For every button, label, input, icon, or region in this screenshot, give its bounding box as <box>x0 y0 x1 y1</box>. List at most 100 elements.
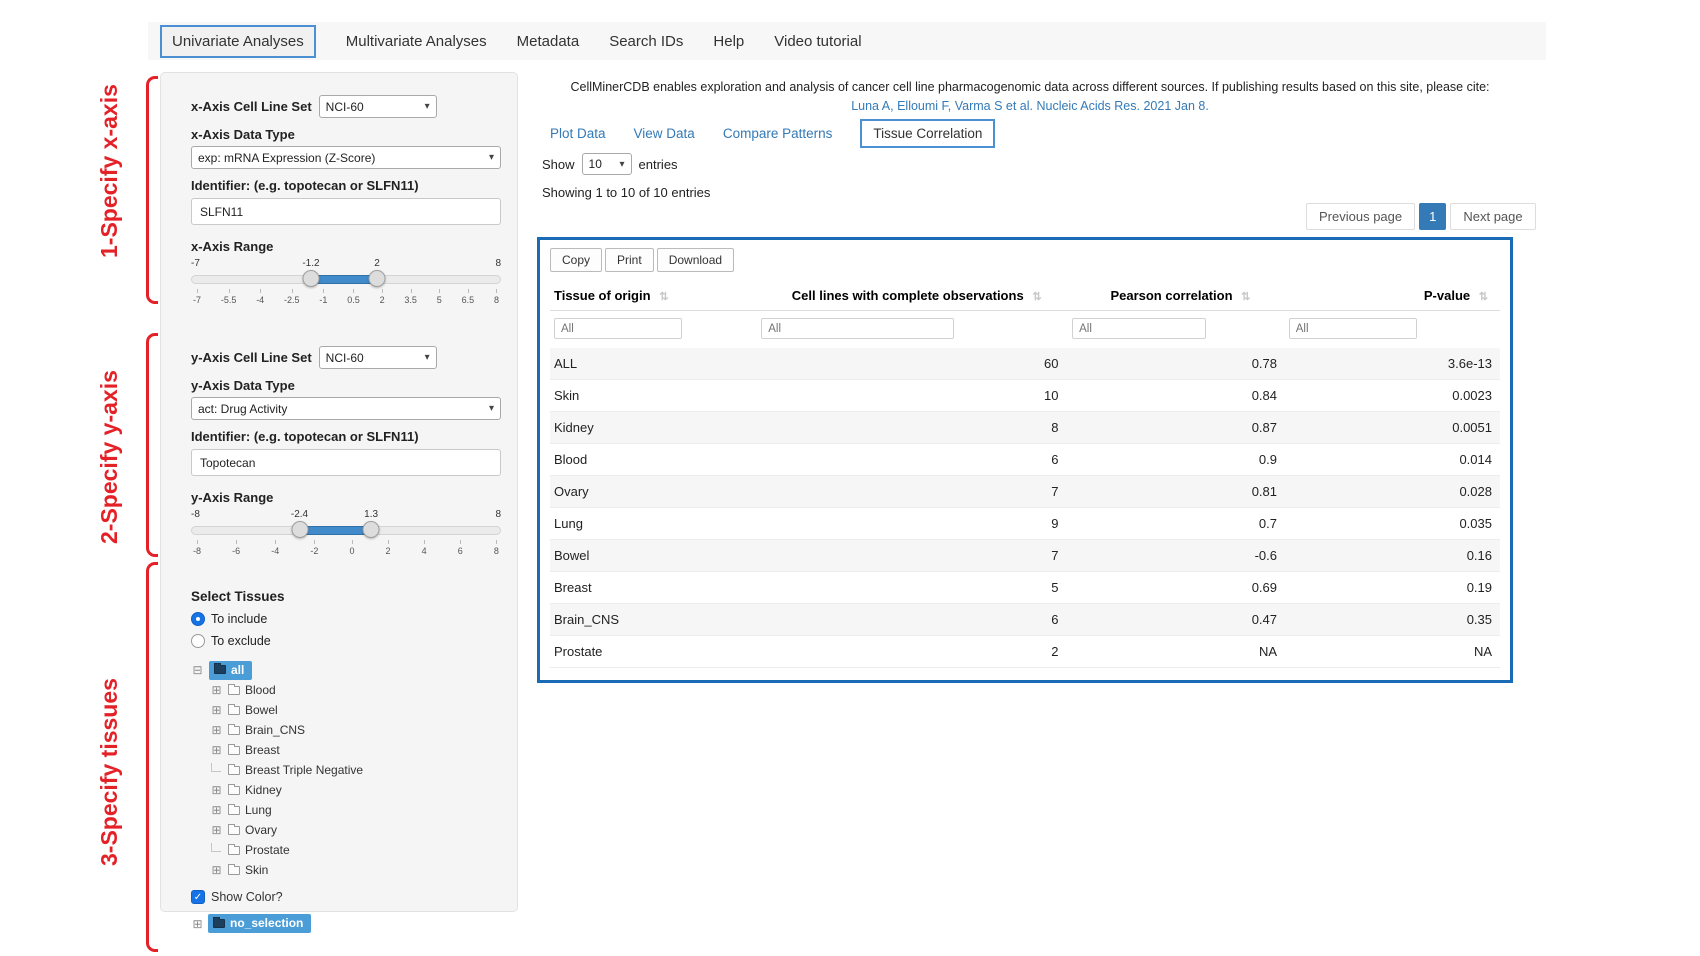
cell-p-value: 0.19 <box>1291 572 1500 603</box>
citation-link[interactable]: Luna A, Elloumi F, Varma S et al. Nuclei… <box>555 99 1505 113</box>
expand-icon[interactable]: ⊞ <box>191 917 204 931</box>
select-tissues-title: Select Tissues <box>191 589 501 604</box>
y-range-slider[interactable]: -8 -2.4 1.3 8 -8-6-4-202468 <box>191 509 501 567</box>
expand-icon[interactable]: ⊞ <box>210 783 223 797</box>
filter-input-p-value[interactable] <box>1289 318 1417 339</box>
tab-tissue-correlation[interactable]: Tissue Correlation <box>860 119 995 148</box>
sort-icon[interactable]: ⇅ <box>1241 291 1250 303</box>
folder-icon <box>228 866 240 875</box>
filter-input-tissue[interactable] <box>554 318 682 339</box>
tree-item[interactable]: ⊞ Ovary <box>210 820 501 840</box>
y-cell-line-set-label: y-Axis Cell Line Set <box>191 350 312 365</box>
tree-item[interactable]: ⊞ Prostate <box>210 840 501 860</box>
expand-icon[interactable]: ⊞ <box>210 743 223 757</box>
expand-icon[interactable]: ⊞ <box>210 703 223 717</box>
tree-item[interactable]: ⊞ Bowel <box>210 700 501 720</box>
filter-input-pearson[interactable] <box>1072 318 1206 339</box>
entries-label: entries <box>639 157 678 172</box>
tissues-include-radio[interactable]: To include <box>191 612 501 626</box>
tree-item[interactable]: ⊞ Brain_CNS <box>210 720 501 740</box>
nav-tab-search-ids[interactable]: Search IDs <box>609 33 683 50</box>
tree-root-all-chip[interactable]: all <box>209 661 252 680</box>
folder-icon <box>228 686 240 695</box>
cell-p-value: 3.6e-13 <box>1291 348 1500 379</box>
tab-plot-data[interactable]: Plot Data <box>550 126 606 141</box>
y-cell-line-set-select[interactable]: NCI-60 ▾ <box>319 346 437 369</box>
collapse-icon[interactable]: ⊟ <box>191 663 204 677</box>
x-range-tick-labels: -7-5.5-4-2.5-10.523.556.58 <box>193 289 499 305</box>
cell-cell-lines: 9 <box>759 508 1073 539</box>
download-button[interactable]: Download <box>657 248 734 272</box>
tree-item[interactable]: ⊞ Kidney <box>210 780 501 800</box>
slider-tick-label: -8 <box>193 540 201 556</box>
tree-item[interactable]: ⊞ Breast Triple Negative <box>210 760 501 780</box>
col-header-pearson-correlation[interactable]: Pearson correlation ⇅ <box>1072 288 1289 303</box>
cell-tissue: Prostate <box>550 636 759 667</box>
expand-icon[interactable]: ⊞ <box>210 723 223 737</box>
nav-tab-univariate-analyses[interactable]: Univariate Analyses <box>160 25 316 58</box>
col-header-cell-lines[interactable]: Cell lines with complete observations ⇅ <box>761 288 1072 303</box>
pagination-previous-button[interactable]: Previous page <box>1306 203 1415 230</box>
slider-tick-label: -2 <box>310 540 318 556</box>
x-range-slider-handle-from[interactable] <box>302 270 319 287</box>
tree-root-all[interactable]: ⊟ all <box>191 660 501 680</box>
cell-p-value: NA <box>1291 636 1500 667</box>
x-cell-line-set-select[interactable]: NCI-60 ▾ <box>319 95 437 118</box>
col-header-tissue-of-origin[interactable]: Tissue of origin ⇅ <box>554 288 761 303</box>
sort-icon[interactable]: ⇅ <box>1032 291 1041 303</box>
print-button[interactable]: Print <box>605 248 654 272</box>
x-identifier-input[interactable] <box>191 198 501 225</box>
slider-tick-label: 8 <box>494 289 499 305</box>
pagination-next-button[interactable]: Next page <box>1450 203 1535 230</box>
nav-tab-help[interactable]: Help <box>713 33 744 50</box>
y-data-type-value: act: Drug Activity <box>198 402 287 416</box>
tree-item[interactable]: ⊞ Breast <box>210 740 501 760</box>
y-data-type-select[interactable]: act: Drug Activity ▾ <box>191 397 501 420</box>
cell-p-value: 0.014 <box>1291 444 1500 475</box>
tree-item[interactable]: ⊞ Skin <box>210 860 501 880</box>
annotation-specify-tissues-label: 3-Specify tissues <box>96 652 123 892</box>
x-cell-line-set-value: NCI-60 <box>326 100 364 114</box>
y-identifier-input[interactable] <box>191 449 501 476</box>
tab-compare-patterns[interactable]: Compare Patterns <box>723 126 833 141</box>
nav-tab-video-tutorial[interactable]: Video tutorial <box>774 33 861 50</box>
radio-unchecked-icon <box>191 634 205 648</box>
y-range-slider-handle-from[interactable] <box>291 521 308 538</box>
tree-item[interactable]: ⊞ Blood <box>210 680 501 700</box>
nav-tab-metadata[interactable]: Metadata <box>517 33 580 50</box>
expand-icon[interactable]: ⊞ <box>210 863 223 877</box>
cell-tissue: Brain_CNS <box>550 604 759 635</box>
y-range-slider-handle-to[interactable] <box>363 521 380 538</box>
nav-tab-multivariate-analyses[interactable]: Multivariate Analyses <box>346 33 487 50</box>
filter-input-cell-lines[interactable] <box>761 318 954 339</box>
page-size-select[interactable]: 10 ▾ <box>582 153 632 175</box>
cell-p-value: 0.35 <box>1291 604 1500 635</box>
x-range-slider[interactable]: -7 -1.2 2 8 -7-5.5-4-2.5-10.523.556.58 <box>191 258 501 316</box>
annotation-specify-x-axis-label: 1-Specify x-axis <box>96 62 123 280</box>
tree-item[interactable]: ⊞ Lung <box>210 800 501 820</box>
cell-tissue: ALL <box>550 348 759 379</box>
col-header-p-value[interactable]: P-value ⇅ <box>1289 288 1496 303</box>
table-row: ALL 60 0.78 3.6e-13 <box>550 348 1500 380</box>
x-data-type-select[interactable]: exp: mRNA Expression (Z-Score) ▾ <box>191 146 501 169</box>
folder-icon <box>214 665 226 674</box>
pagination-page-1-button[interactable]: 1 <box>1419 203 1446 230</box>
expand-icon[interactable]: ⊞ <box>210 683 223 697</box>
tab-view-data[interactable]: View Data <box>634 126 695 141</box>
expand-icon[interactable]: ⊞ <box>210 823 223 837</box>
y-range-from-value: -2.4 <box>291 509 308 520</box>
expand-icon[interactable]: ⊞ <box>210 803 223 817</box>
x-range-slider-handle-to[interactable] <box>369 270 386 287</box>
show-color-checkbox[interactable]: Show Color? <box>191 890 501 904</box>
sort-icon[interactable]: ⇅ <box>1479 291 1488 303</box>
sort-icon[interactable]: ⇅ <box>659 291 668 303</box>
tissues-exclude-radio[interactable]: To exclude <box>191 634 501 648</box>
table-row: Blood 6 0.9 0.014 <box>550 444 1500 476</box>
tree-no-selection-chip[interactable]: no_selection <box>208 914 311 933</box>
x-range-from-value: -1.2 <box>302 258 319 269</box>
cell-pearson: 0.69 <box>1073 572 1292 603</box>
slider-tick-label: 2 <box>386 540 391 556</box>
slider-tick-label: -2.5 <box>284 289 300 305</box>
copy-button[interactable]: Copy <box>550 248 602 272</box>
tree-item-label: Blood <box>245 683 276 697</box>
